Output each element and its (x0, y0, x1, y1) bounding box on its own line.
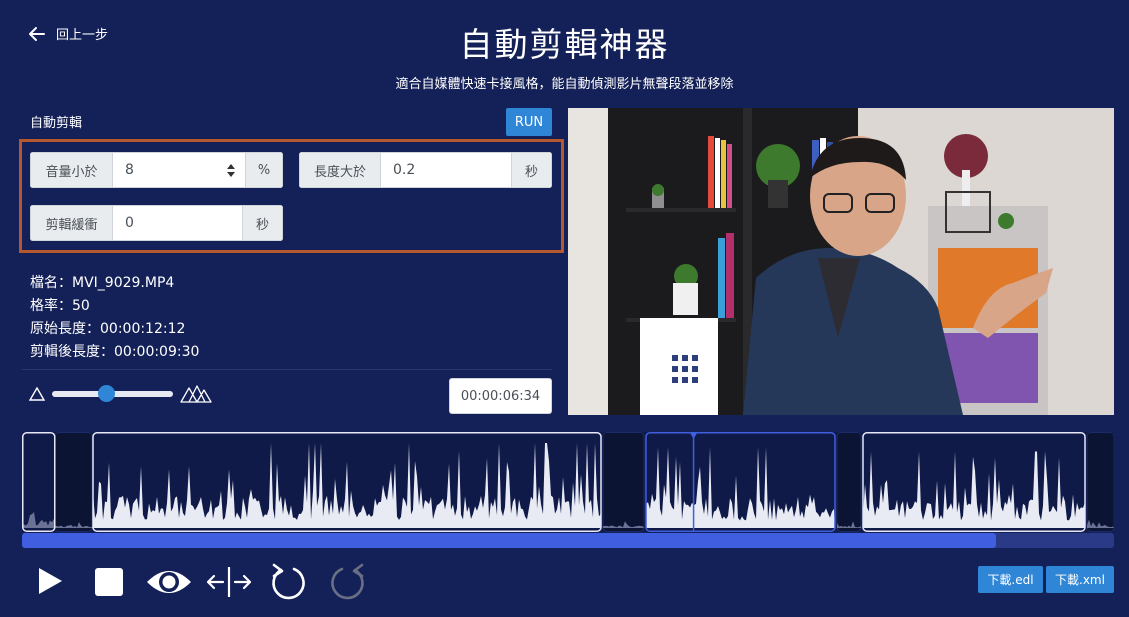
zoom-out-icon (29, 387, 45, 401)
zoom-in-icon (180, 385, 212, 403)
stop-icon[interactable] (95, 568, 123, 596)
info-original-length: 原始長度：00:00:12:12 (30, 321, 186, 337)
divider (22, 369, 552, 370)
download-xml-button[interactable]: 下載.xml (1046, 566, 1114, 593)
length-label: 長度大於 (299, 152, 381, 188)
page-subtitle: 適合自媒體快速卡接風格，能自動偵測影片無聲段落並移除 (395, 77, 734, 92)
video-frame (568, 108, 1114, 415)
buffer-unit: 秒 (242, 205, 283, 241)
undo-icon[interactable] (268, 562, 308, 600)
volume-value: 8 (125, 162, 134, 178)
info-filename: 檔名：MVI_9029.MP4 (30, 275, 175, 291)
volume-input-group: 音量小於 8 % (30, 152, 283, 188)
volume-input[interactable]: 8 (113, 152, 245, 188)
buffer-input[interactable]: 0 (113, 205, 242, 241)
page-title: 自動剪輯神器 (459, 25, 670, 64)
volume-unit: % (245, 152, 283, 188)
eye-icon[interactable] (145, 566, 193, 598)
volume-label: 音量小於 (30, 152, 113, 188)
video-preview[interactable] (568, 108, 1114, 415)
download-edl-button[interactable]: 下載.edl (978, 566, 1043, 593)
info-framerate: 格率：50 (30, 298, 90, 314)
length-unit: 秒 (511, 152, 552, 188)
progress-fill (22, 533, 997, 548)
length-value: 0.2 (393, 162, 416, 178)
buffer-label: 剪輯緩衝 (30, 205, 113, 241)
buffer-value: 0 (125, 215, 134, 231)
zoom-slider-thumb[interactable] (98, 385, 116, 402)
info-edited-length: 剪輯後長度：00:00:09:30 (30, 344, 200, 360)
run-button[interactable]: RUN (506, 108, 552, 136)
section-label: 自動剪輯 (30, 116, 83, 131)
split-icon[interactable] (206, 566, 252, 598)
play-icon[interactable] (37, 567, 63, 595)
length-input[interactable]: 0.2 (381, 152, 511, 188)
current-time-display: 00:00:06:34 (449, 378, 552, 414)
buffer-input-group: 剪輯緩衝 0 秒 (30, 205, 283, 241)
spinner-icon[interactable] (227, 164, 235, 177)
redo-icon[interactable] (328, 562, 368, 600)
timeline-waveform[interactable] (22, 432, 1114, 532)
length-input-group: 長度大於 0.2 秒 (299, 152, 552, 188)
